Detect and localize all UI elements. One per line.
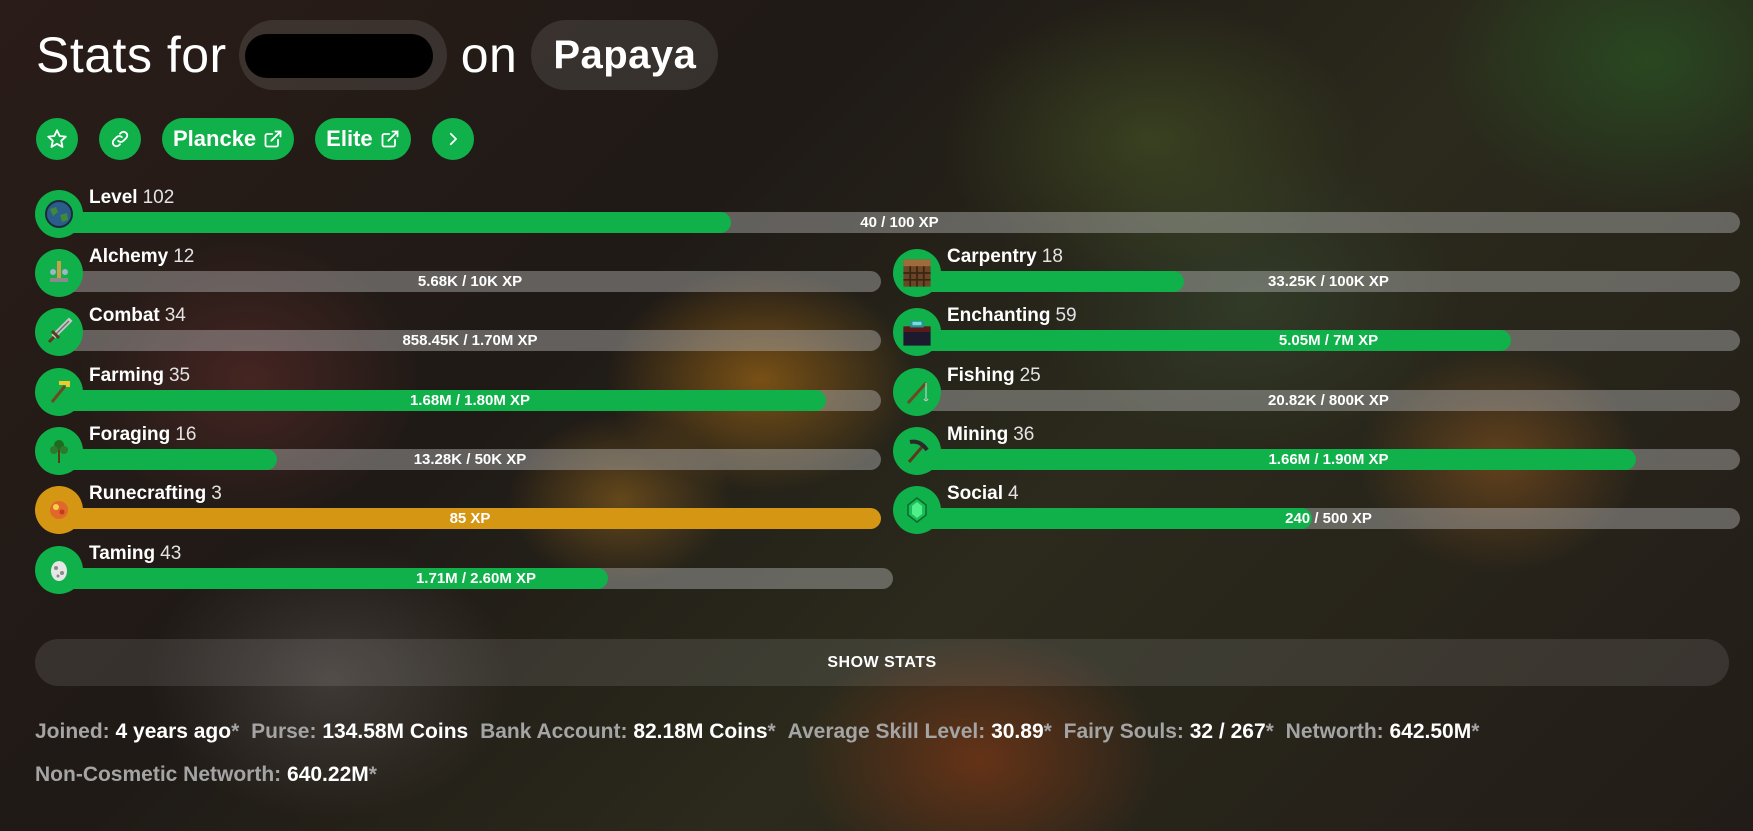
skill-progress-bar: 1.71M / 2.60M XP: [59, 568, 893, 589]
stat-fairy-souls: Fairy Souls: 32 / 267*: [1063, 720, 1274, 743]
title-connector: on: [460, 27, 518, 83]
skill-level-value: 43: [160, 543, 182, 564]
link-icon: [111, 130, 129, 148]
emerald-icon: [893, 486, 941, 534]
skill-progress-bar: 5.68K / 10K XP: [59, 271, 881, 292]
skill-xp-text: 33.25K / 100K XP: [1268, 273, 1389, 290]
profile-stats: Joined: 4 years ago* Purse: 134.58M Coin…: [35, 710, 1725, 796]
level-progress-bar: 40 / 100 XP: [59, 212, 1740, 233]
skill-xp-text: 13.28K / 50K XP: [413, 451, 527, 468]
skill-foraging: Foraging 16 13.28K / 50K XP: [35, 425, 881, 475]
level-xp-text: 40 / 100 XP: [860, 214, 939, 231]
skill-taming: Taming 43 1.71M / 2.60M XP: [35, 544, 893, 594]
skill-name: Mining: [947, 424, 1009, 445]
skill-progress-bar: 33.25K / 100K XP: [917, 271, 1740, 292]
skill-level-value: 16: [175, 424, 197, 445]
skill-level-value: 36: [1013, 424, 1035, 445]
crafting-table-icon: [893, 249, 941, 297]
skill-alchemy: Alchemy 12 5.68K / 10K XP: [35, 247, 881, 297]
stat-purse: Purse: 134.58M Coins: [251, 720, 469, 743]
skill-level-value: 34: [164, 305, 186, 326]
skill-xp-text: 20.82K / 800K XP: [1268, 392, 1389, 409]
skill-fishing: Fishing 25 20.82K / 800K XP: [893, 366, 1740, 416]
pickaxe-icon: [893, 427, 941, 475]
sword-icon: [35, 308, 83, 356]
stat-bank-account: Bank Account: 82.18M Coins*: [480, 720, 776, 743]
skill-xp-text: 5.05M / 7M XP: [1278, 332, 1379, 349]
page-title: Stats for on Papaya: [36, 20, 719, 90]
skill-name: Level: [89, 187, 138, 208]
spawn-egg-icon: [35, 546, 83, 594]
skill-level-value: 102: [142, 187, 175, 208]
chevron-right-icon: [449, 132, 457, 146]
skill-level-value: 4: [1007, 483, 1019, 504]
globe-icon: [35, 190, 83, 238]
skill-farming: Farming 35 1.68M / 1.80M XP: [35, 366, 881, 416]
skill-name: Enchanting: [947, 305, 1051, 326]
stat-non-cosmetic-networth: Non-Cosmetic Networth: 640.22M*: [35, 763, 377, 786]
copy-link-button[interactable]: [99, 118, 141, 160]
skill-level-value: 35: [168, 365, 191, 386]
skill-name: Alchemy: [89, 246, 169, 267]
skill-xp-text: 1.71M / 2.60M XP: [415, 570, 537, 587]
skill-name: Farming: [89, 365, 164, 386]
skill-xp-text: 5.68K / 10K XP: [417, 273, 523, 290]
skill-level-value: 18: [1041, 246, 1063, 267]
skill-progress-bar: 85 XP: [59, 508, 881, 529]
magma-cream-icon: [35, 486, 83, 534]
external-link-icon: [264, 130, 282, 148]
plancke-link-button[interactable]: Plancke: [162, 118, 295, 160]
skill-name: Combat: [89, 305, 160, 326]
fishing-rod-icon: [893, 368, 941, 416]
skill-name: Carpentry: [947, 246, 1037, 267]
elite-link-button[interactable]: Elite: [315, 118, 411, 160]
skill-progress-bar: 1.66M / 1.90M XP: [917, 449, 1740, 470]
skill-name: Taming: [89, 543, 156, 564]
brewing-stand-icon: [35, 249, 83, 297]
skill-progress-bar: 20.82K / 800K XP: [917, 390, 1740, 411]
skill-name: Social: [947, 483, 1003, 504]
skill-xp-text: 1.66M / 1.90M XP: [1268, 451, 1389, 468]
enchanting-table-icon: [893, 308, 941, 356]
skill-name: Runecrafting: [89, 483, 207, 504]
skill-xp-text: 1.68M / 1.80M XP: [409, 392, 531, 409]
stat-networth: Networth: 642.50M*: [1285, 720, 1480, 743]
skill-level-value: 12: [173, 246, 195, 267]
elite-label: Elite: [326, 126, 373, 151]
title-prefix: Stats for: [36, 27, 227, 83]
skill-progress-bar: 858.45K / 1.70M XP: [59, 330, 881, 351]
skill-social: Social 4 240 / 500 XP: [893, 484, 1740, 534]
skill-level-value: 25: [1019, 365, 1041, 386]
skill-level-value: 59: [1055, 305, 1077, 326]
skill-mining: Mining 36 1.66M / 1.90M XP: [893, 425, 1740, 475]
action-buttons: Plancke Elite: [36, 118, 474, 160]
stat-average-skill-level: Average Skill Level: 30.89*: [787, 720, 1052, 743]
favorite-button[interactable]: [36, 118, 78, 160]
show-stats-button[interactable]: SHOW STATS: [35, 639, 1729, 686]
golden-hoe-icon: [35, 368, 83, 416]
skill-progress-bar: 13.28K / 50K XP: [59, 449, 881, 470]
skill-name: Foraging: [89, 424, 171, 445]
skill-progress-bar: 1.68M / 1.80M XP: [59, 390, 881, 411]
sapling-icon: [35, 427, 83, 475]
stat-joined: Joined: 4 years ago*: [35, 720, 240, 743]
skill-combat: Combat 34 858.45K / 1.70M XP: [35, 306, 881, 356]
skill-xp-text: 858.45K / 1.70M XP: [402, 332, 538, 349]
skill-progress-bar: 5.05M / 7M XP: [917, 330, 1740, 351]
skill-xp-text: 85 XP: [449, 510, 491, 527]
star-icon: [47, 129, 67, 148]
skill-level-value: 3: [211, 483, 222, 504]
skill-level: Level 102 40 / 100 XP: [35, 188, 1740, 238]
external-link-icon: [381, 130, 399, 148]
skill-runecrafting: Runecrafting 3 85 XP: [35, 484, 881, 534]
profile-selector[interactable]: Papaya: [531, 20, 719, 90]
plancke-label: Plancke: [173, 126, 257, 151]
skill-xp-text: 240 / 500 XP: [1285, 510, 1372, 527]
skill-progress-bar: 240 / 500 XP: [917, 508, 1740, 529]
skill-name: Fishing: [947, 365, 1015, 386]
more-links-button[interactable]: [431, 118, 474, 160]
skill-enchanting: Enchanting 59 5.05M / 7M XP: [893, 306, 1740, 356]
skill-carpentry: Carpentry 18 33.25K / 100K XP: [893, 247, 1740, 297]
redacted-username: [238, 20, 447, 90]
